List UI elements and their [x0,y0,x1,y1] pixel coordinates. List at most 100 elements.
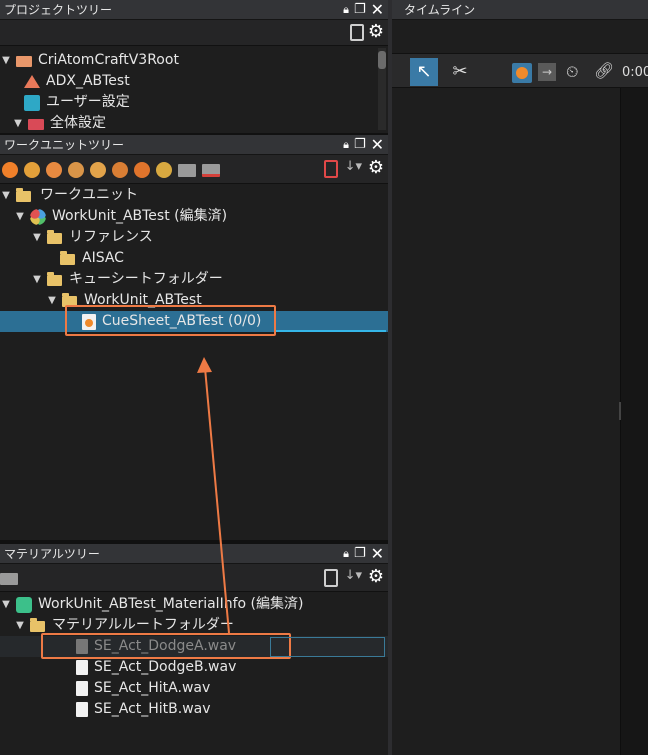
tree-item-wav-hit-b[interactable]: SE_Act_HitB.wav [0,699,388,720]
workunit-tree-toolbar: ↓▾ ⚙ [0,155,388,184]
cue-icon[interactable] [2,162,18,178]
tree-item-label: リファレンス [69,229,153,245]
timeline-ruler [620,88,648,755]
tree-item-global-settings[interactable]: ▼ 全体設定 [0,113,388,134]
tree-item-label: ワークユニット [40,187,138,203]
folder-icon [16,187,32,204]
arrow-right-icon[interactable]: → [538,63,556,81]
wav-file-icon [76,660,88,675]
tree-item-label: ADX_ABTest [46,73,130,89]
tree-item-label: キューシートフォルダー [69,271,223,287]
record-dot-icon [516,67,528,79]
tree-item-label: WorkUnit_ABTest (編集済) [52,208,228,224]
tree-item-user-settings[interactable]: ユーザー設定 [0,92,388,113]
collapse-arrow-icon[interactable]: ▼ [31,227,43,248]
folder-new-icon[interactable] [202,164,220,177]
global-aisac-icon[interactable] [156,162,172,178]
wav-file-icon [76,681,88,696]
tree-item-label: 全体設定 [50,115,106,131]
cut-tool-icon[interactable]: ✂ [446,58,474,86]
close-icon[interactable]: ✕ [371,137,384,153]
trash-icon[interactable] [324,160,338,178]
user-icon [24,94,40,111]
folder-icon [47,229,63,246]
clock-icon[interactable]: ⏲ [566,62,578,82]
collapse-arrow-icon[interactable]: ▼ [31,269,43,290]
tree-item-wav-dodge-b[interactable]: SE_Act_DodgeB.wav [0,657,388,678]
wav-file-icon [76,702,88,717]
gear-icon[interactable]: ⚙ [368,566,384,587]
folder-icon [60,250,76,267]
folder-icon[interactable] [178,164,196,177]
folder-icon [47,271,63,288]
timeline-toolbar: ↖ ✂ → ⏲ 🔗︎ 0:00 [392,54,648,88]
tree-item-workunit[interactable]: ▼ WorkUnit_ABTest (編集済) [0,206,388,227]
tree-item-wav-hit-a[interactable]: SE_Act_HitA.wav [0,678,388,699]
block-icon[interactable] [112,162,128,178]
voice-limit-icon[interactable] [134,162,150,178]
scrollbar-thumb[interactable] [378,51,386,69]
select-tool-icon[interactable]: ↖ [410,58,438,86]
collapse-arrow-icon[interactable]: ▼ [0,50,12,71]
selector-icon[interactable] [90,162,106,178]
timeline-title: タイムライン [404,3,476,17]
pin-icon[interactable]: 🔒︎ [343,546,349,561]
pin-icon[interactable]: 🔒︎ [343,137,349,152]
cue-sheet-icon[interactable] [24,162,40,178]
drop-target-outline [270,637,385,657]
horizontal-splitter-2[interactable] [0,540,388,544]
timeline-top-band [392,20,648,54]
collapse-arrow-icon[interactable]: ▼ [14,615,26,636]
close-icon[interactable]: ✕ [371,2,384,18]
tree-item-workunits[interactable]: ▼ ワークユニット [0,185,388,206]
workunit-tree-title-bar: ワークユニットツリー 🔒︎ ❐ ✕ [0,135,388,155]
highlight-box-material [41,633,291,659]
collapse-arrow-icon[interactable]: ▼ [14,206,26,227]
tree-item-project[interactable]: ADX_ABTest [0,71,388,92]
project-tree-list: ▼ CriAtomCraftV3Root ADX_ABTest ユーザー設定 ▼… [0,46,388,134]
restore-icon[interactable]: ❐ [354,546,366,561]
tree-item-label: CriAtomCraftV3Root [38,52,179,68]
folder-icon[interactable] [0,573,18,585]
project-tree-panel: プロジェクトツリー 🔒︎ ❐ ✕ ⚙ ▼ CriAtomCraftV3Root … [0,0,388,133]
folder-icon [30,617,46,634]
timeline-panel: タイムライン ↖ ✂ → ⏲ 🔗︎ 0:00 [392,0,648,755]
timeline-title-bar: タイムライン [392,0,648,20]
material-tree-title-bar: マテリアルツリー 🔒︎ ❐ ✕ [0,544,388,564]
restore-icon[interactable]: ❐ [354,137,366,152]
category-icon[interactable] [46,162,62,178]
horizontal-splitter-1[interactable] [0,133,388,135]
aisac-icon[interactable] [68,162,84,178]
highlight-box-cuesheet [65,305,276,336]
material-info-icon [16,596,32,613]
link-icon[interactable]: 🔗︎ [594,61,614,80]
record-icon[interactable] [512,63,532,83]
sort-icon[interactable]: ↓▾ [345,159,362,174]
close-icon[interactable]: ✕ [371,546,384,562]
tree-item-root[interactable]: ▼ CriAtomCraftV3Root [0,50,388,71]
tree-item-material-info[interactable]: ▼ WorkUnit_ABTest_MaterialInfo (編集済) [0,594,388,615]
project-tree-scrollbar[interactable] [378,48,386,130]
collapse-arrow-icon[interactable]: ▼ [0,594,12,615]
tree-item-label: WorkUnit_ABTest_MaterialInfo (編集済) [38,596,304,612]
workunit-tree-title: ワークユニットツリー [4,138,125,152]
collapse-arrow-icon[interactable]: ▼ [12,113,24,134]
tree-item-reference[interactable]: ▼ リファレンス [0,227,388,248]
collapse-arrow-icon[interactable]: ▼ [46,290,58,311]
vertical-splitter[interactable] [388,0,392,755]
trash-icon[interactable] [350,24,364,41]
tree-item-label: SE_Act_HitA.wav [94,680,211,696]
tree-item-aisac[interactable]: AISAC [0,248,388,269]
timeline-track-area [392,88,620,755]
gear-icon[interactable]: ⚙ [368,157,384,178]
gear-icon[interactable]: ⚙ [368,21,384,42]
collapse-arrow-icon[interactable]: ▼ [0,185,12,206]
material-tree-title: マテリアルツリー [4,547,100,561]
sort-icon[interactable]: ↓▾ [345,568,362,583]
pin-icon[interactable]: 🔒︎ [343,2,349,17]
project-tree-title-bar: プロジェクトツリー 🔒︎ ❐ ✕ [0,0,388,20]
restore-icon[interactable]: ❐ [354,2,366,17]
tree-item-label: ユーザー設定 [46,94,130,110]
trash-icon[interactable] [324,569,338,587]
tree-item-cuesheet-folder[interactable]: ▼ キューシートフォルダー [0,269,388,290]
